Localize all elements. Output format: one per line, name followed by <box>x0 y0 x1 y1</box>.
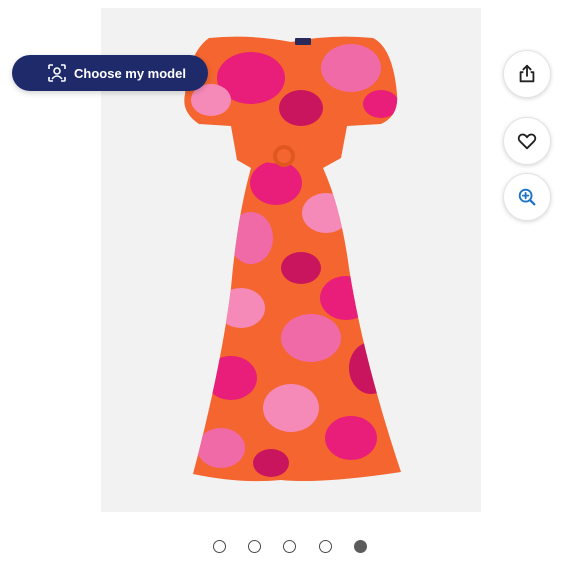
share-icon <box>519 64 535 83</box>
choose-my-model-label: Choose my model <box>74 65 186 81</box>
zoom-button[interactable] <box>503 173 551 221</box>
carousel-dot-4[interactable] <box>319 540 332 553</box>
person-scan-icon <box>48 64 66 82</box>
carousel-dot-3[interactable] <box>283 540 296 553</box>
carousel-dot-2[interactable] <box>248 540 261 553</box>
image-carousel-dots <box>213 540 373 554</box>
choose-my-model-button[interactable]: Choose my model <box>12 55 208 91</box>
carousel-dot-1[interactable] <box>213 540 226 553</box>
share-button[interactable] <box>503 50 551 98</box>
favorite-button[interactable] <box>503 117 551 165</box>
heart-icon <box>517 133 537 150</box>
brand-tag <box>295 38 311 45</box>
zoom-in-icon <box>518 188 536 206</box>
carousel-dot-5[interactable] <box>354 540 367 553</box>
